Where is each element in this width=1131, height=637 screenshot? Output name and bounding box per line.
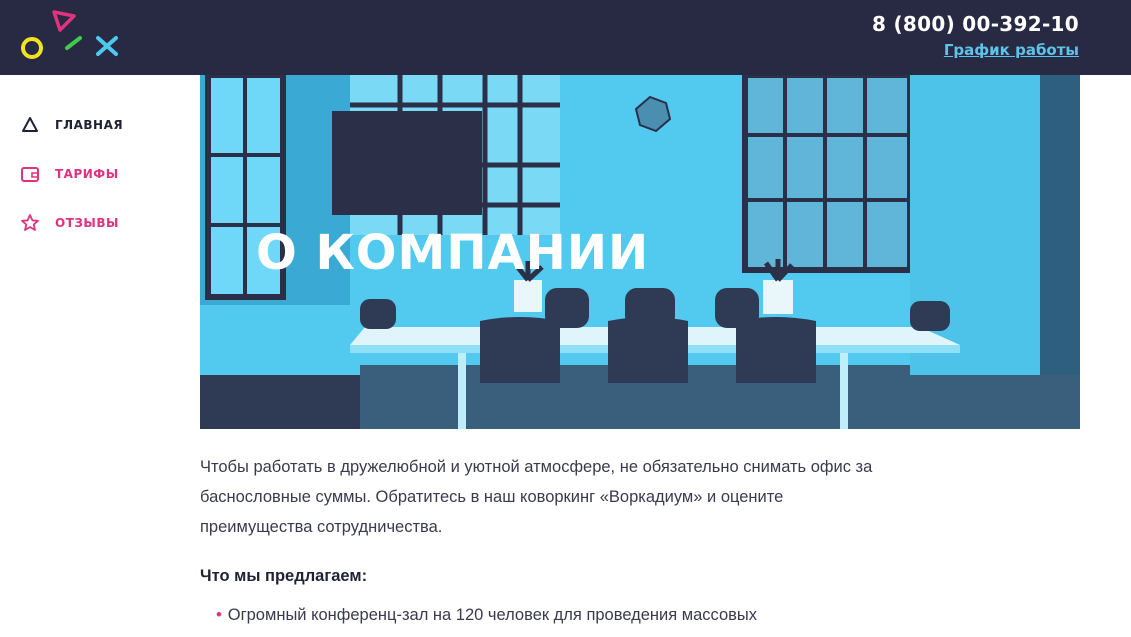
sidebar-item-label: ТАРИФЫ (55, 167, 119, 181)
offer-text: Огромный конференц-зал на 120 человек дл… (227, 606, 758, 624)
sidebar-item-label: ГЛАВНАЯ (55, 118, 124, 132)
bullet-icon: • (216, 606, 222, 624)
wallet-icon (21, 167, 39, 182)
main-content: Чтобы работать в дружелюбной и уютной ат… (200, 452, 900, 624)
hero-banner: О КОМПАНИИ (200, 75, 1080, 429)
sidebar-item-home[interactable]: ГЛАВНАЯ (20, 113, 123, 137)
page-title: О КОМПАНИИ (256, 225, 650, 281)
phone-number[interactable]: 8 (800) 00-392-10 (872, 12, 1079, 36)
sidebar-item-tariffs[interactable]: ТАРИФЫ (20, 162, 119, 186)
sidebar-item-label: ОТЗЫВЫ (55, 216, 119, 230)
logo[interactable] (18, 8, 122, 64)
sidebar-item-reviews[interactable]: ОТЗЫВЫ (20, 211, 119, 235)
list-item: • Огромный конференц-зал на 120 человек д… (216, 600, 906, 630)
site-header: 8 (800) 00-392-10 График работы (0, 0, 1131, 75)
intro-paragraph: Чтобы работать в дружелюбной и уютной ат… (200, 458, 873, 536)
offer-list: • Огромный конференц-зал на 120 человек д… (216, 600, 906, 630)
triangle-icon (22, 117, 38, 132)
offer-heading: Что мы предлагаем: (200, 567, 368, 585)
star-icon (21, 214, 39, 231)
schedule-link[interactable]: График работы (944, 41, 1079, 59)
